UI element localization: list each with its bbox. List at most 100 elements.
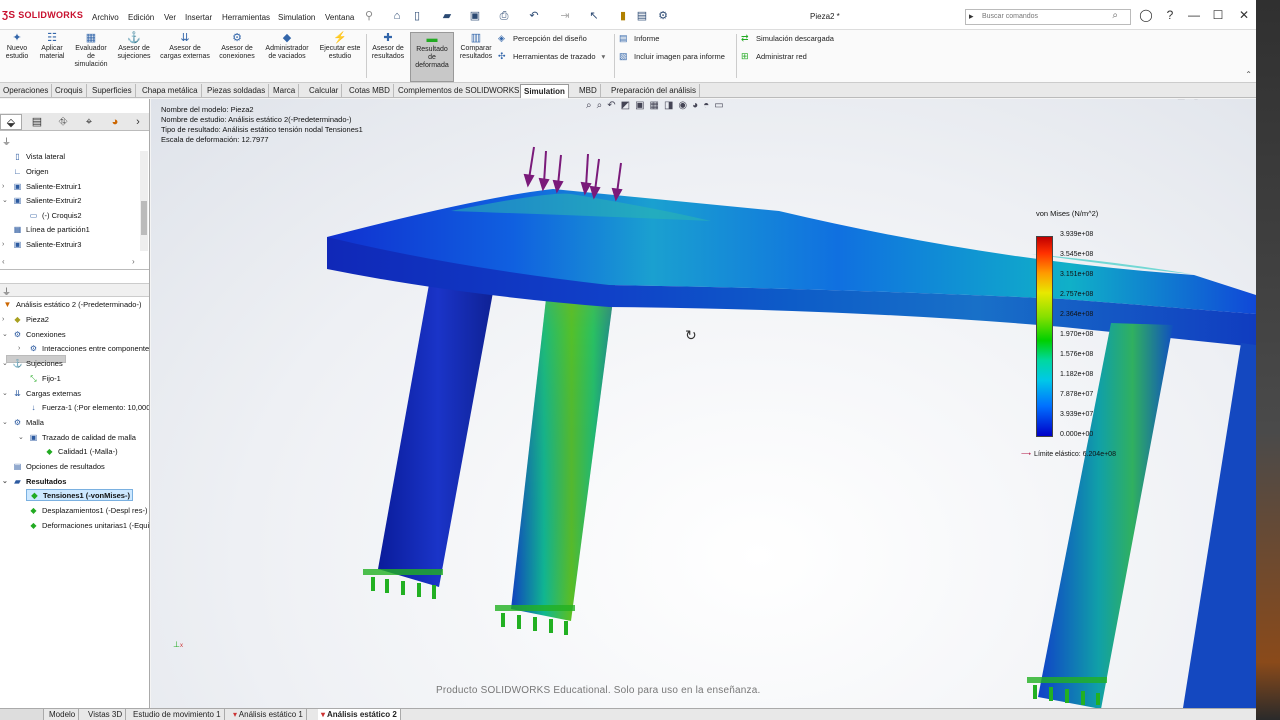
select-icon[interactable]: ↖ [587, 9, 601, 23]
shell-manager-button[interactable]: ◆ Administrador de vaciados [260, 32, 314, 61]
menu-archivo[interactable]: Archivo [92, 13, 119, 22]
collapse-arrow-icon[interactable]: ⌄ [2, 358, 8, 370]
collapse-ribbon-icon[interactable]: ⌃ [1245, 70, 1252, 79]
menu-edicion[interactable]: Edición [128, 13, 154, 22]
menu-simulation[interactable]: Simulation [278, 13, 315, 22]
compare-results-button[interactable]: ▥ Comparar resultados [456, 32, 496, 61]
property-manager-tab-icon[interactable]: ▤ [26, 114, 48, 130]
tab-analisis-estatico-1[interactable]: ▾ Análisis estático 1 [230, 709, 307, 720]
tree-item[interactable]: › ⚙ Interacciones entre componentes [18, 343, 149, 355]
tree-item[interactable]: ◆ Deformaciones unitarias1 (-Equivalente-… [28, 520, 149, 532]
tab-simulation[interactable]: Simulation [520, 84, 569, 98]
new-document-icon[interactable]: ▯ [410, 9, 424, 23]
leg-back-left[interactable] [378, 262, 498, 587]
tree-item[interactable]: ⌄ ⚙ Malla [2, 417, 44, 429]
sim-filter-bar[interactable]: ⏚ [0, 283, 149, 298]
chevron-down-icon[interactable]: ▾ [602, 52, 606, 61]
tree-item[interactable]: ↓ Fuerza-1 (:Por elemento: 10,000 N:) [28, 402, 150, 414]
tree-item[interactable]: ◆ Calidad1 (-Malla-) [44, 446, 117, 458]
collapse-arrow-icon[interactable]: ⌄ [2, 388, 8, 400]
stress-plot-model[interactable] [151, 99, 1256, 708]
collapse-arrow-icon[interactable]: ⌄ [2, 476, 8, 488]
solidworks-logo[interactable]: ƷS SOLIDWORKS [2, 10, 83, 21]
collapse-arrow-icon[interactable]: ⌄ [18, 432, 24, 444]
chevron-right-icon[interactable]: › [130, 114, 146, 130]
run-study-button[interactable]: ⚡ Ejecutar este estudio [316, 32, 364, 61]
deformed-result-button[interactable]: ▬ Resultado de deformada [410, 32, 454, 82]
new-study-button[interactable]: ✦ Nuevo estudio [2, 32, 32, 61]
tree-item[interactable]: ∟ Origen [12, 166, 49, 178]
expand-arrow-icon[interactable]: › [2, 239, 4, 251]
tree-item[interactable]: › ▣ Saliente-Extruir1 [2, 181, 81, 193]
tree-item[interactable]: › ◆ Pieza2 [2, 314, 49, 326]
simulation-evaluator-button[interactable]: ▦ Evaluador de simulación [70, 32, 112, 69]
file-properties-icon[interactable]: ▤ [635, 9, 649, 23]
home-icon[interactable]: ⌂ [390, 9, 404, 23]
design-insight-button[interactable]: ◈ Percepción del diseño [498, 33, 587, 44]
help-icon[interactable]: ? [1162, 8, 1178, 22]
account-icon[interactable]: ◯ [1138, 8, 1154, 22]
include-image-button[interactable]: ▧ Incluir imagen para informe [619, 51, 725, 62]
apply-material-button[interactable]: ☷ Aplicar material [36, 32, 68, 61]
tree-item[interactable]: ⌄ ⚓ Sujeciones [2, 358, 63, 370]
plot-tools-button[interactable]: ✣ Herramientas de trazado ▾ [498, 51, 605, 62]
print-icon[interactable]: ⎙ [497, 9, 511, 23]
configuration-manager-tab-icon[interactable]: ⛗ [52, 114, 74, 130]
tree-item[interactable]: ⌄ ▣ Saliente-Extruir2 [2, 195, 81, 207]
tree-item[interactable]: ⌄ ▰ Resultados [2, 476, 66, 488]
expand-arrow-icon[interactable]: › [2, 181, 4, 193]
expand-arrow-icon[interactable]: › [2, 314, 4, 326]
dimxpert-tab-icon[interactable]: ⌖ [78, 114, 100, 130]
menu-insertar[interactable]: Insertar [185, 13, 212, 22]
connections-advisor-button[interactable]: ⚙ Asesor de conexiones [216, 32, 258, 61]
report-button[interactable]: ▤ Informe [619, 33, 659, 44]
undo-icon[interactable]: ↶ [527, 9, 541, 23]
traffic-light-icon[interactable]: ▮ [616, 9, 630, 23]
tree-item[interactable]: ▦ Línea de partición1 [12, 224, 90, 236]
tab-superficies[interactable]: Superficies [89, 84, 136, 98]
results-advisor-button[interactable]: ✚ Asesor de resultados [368, 32, 408, 61]
tree-item[interactable]: › ▣ Saliente-Extruir3 [2, 239, 81, 251]
tab-mbd[interactable]: MBD [576, 84, 601, 98]
save-icon[interactable]: ▣ [468, 9, 482, 23]
color-legend-bar[interactable] [1036, 236, 1053, 437]
maximize-button[interactable]: ☐ [1210, 8, 1226, 22]
search-commands-input[interactable]: ▸ Buscar comandos ⌕ [965, 9, 1131, 25]
search-icon[interactable]: ⌕ [1112, 10, 1118, 21]
tree-item[interactable]: ▤ Opciones de resultados [12, 461, 105, 473]
fixture-advisor-button[interactable]: ⚓ Asesor de sujeciones [114, 32, 154, 61]
expand-arrow-icon[interactable]: › [18, 343, 20, 355]
tab-scroll-controls[interactable] [0, 709, 44, 720]
tree-item[interactable]: ▭ (-) Croquis2 [28, 210, 82, 222]
tab-calcular[interactable]: Calcular [306, 84, 343, 98]
tab-modelo[interactable]: Modelo [46, 709, 80, 720]
tab-marca[interactable]: Marca [270, 84, 300, 98]
open-icon[interactable]: ▰ [440, 9, 454, 23]
external-loads-advisor-button[interactable]: ⇊ Asesor de cargas externas [156, 32, 214, 61]
collapse-arrow-icon[interactable]: ⌄ [2, 417, 8, 429]
options-gear-icon[interactable]: ⚙ [656, 9, 670, 23]
offloaded-simulation-button[interactable]: ⇄ Simulación descargada [741, 33, 834, 44]
tree-item[interactable]: ⌄ ⇊ Cargas externas [2, 388, 81, 400]
tree-item[interactable]: ⤡ Fijo-1 [28, 373, 60, 385]
display-manager-tab-icon[interactable]: ◕ [104, 114, 126, 130]
tab-chapa-metalica[interactable]: Chapa metálica [139, 84, 202, 98]
tab-cotas-mbd[interactable]: Cotas MBD [346, 84, 394, 98]
graphics-area[interactable]: Nombre del modelo: Pieza2 Nombre de estu… [151, 99, 1256, 708]
pin-icon[interactable]: ⚲ [362, 9, 376, 23]
tab-complementos[interactable]: Complementos de SOLIDWORKS [395, 84, 524, 98]
redo-icon[interactable]: ⇥ [558, 9, 572, 23]
menu-herramientas[interactable]: Herramientas [222, 13, 270, 22]
minimize-button[interactable]: — [1186, 8, 1202, 22]
tab-preparacion-analisis[interactable]: Preparación del análisis [608, 84, 700, 98]
tree-item[interactable]: ⌄ ⚙ Conexiones [2, 329, 66, 341]
leg-front-right[interactable] [1038, 323, 1173, 708]
tab-estudio-movimiento[interactable]: Estudio de movimiento 1 [130, 709, 225, 720]
tab-analisis-estatico-2[interactable]: ▾ Análisis estático 2 [318, 709, 401, 720]
tree-item-selected[interactable]: ◆ Tensiones1 (-vonMises-) [26, 489, 133, 501]
tab-croquis[interactable]: Croquis [52, 84, 87, 98]
filter-icon[interactable]: ⏚ [2, 285, 11, 298]
leg-back-right[interactable] [1183, 343, 1256, 708]
close-button[interactable]: ✕ [1236, 8, 1252, 22]
tree-item[interactable]: ▯ Vista lateral [12, 151, 65, 163]
